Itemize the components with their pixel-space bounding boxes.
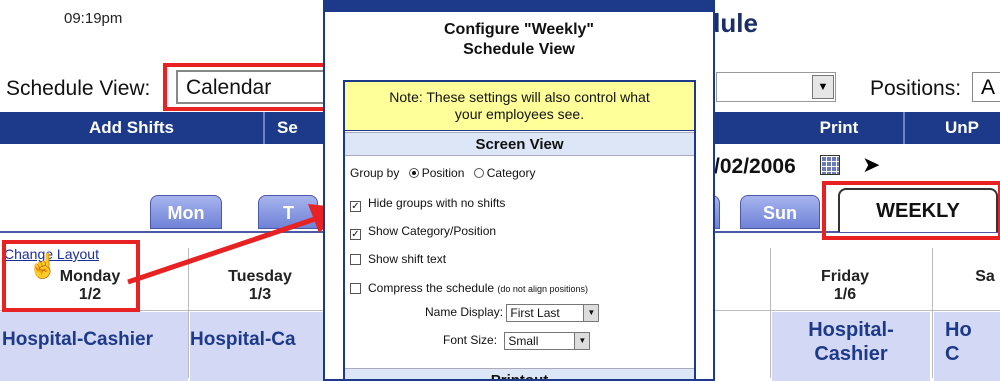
radio-label: Category bbox=[486, 166, 536, 180]
group-by-position-radio[interactable] bbox=[408, 168, 419, 178]
note-line: Note: These settings will also control w… bbox=[389, 89, 650, 105]
dialog-top-bar bbox=[325, 2, 713, 12]
show-category-checkbox[interactable]: ✓ bbox=[350, 229, 361, 240]
show-category-row: ✓ Show Category/Position bbox=[350, 224, 496, 240]
screen-view-header: Screen View bbox=[345, 132, 694, 156]
dialog-title-line: Configure "Weekly" bbox=[443, 21, 594, 38]
configure-weekly-dialog: Configure "Weekly" Schedule View Note: T… bbox=[323, 0, 715, 381]
checkbox-label: Hide groups with no shifts bbox=[368, 196, 506, 210]
printout-header: Printout bbox=[345, 368, 694, 379]
dialog-title: Configure "Weekly" Schedule View bbox=[325, 20, 713, 60]
settings-panel: Note: These settings will also control w… bbox=[343, 80, 696, 379]
font-size-label: Font Size: bbox=[443, 333, 498, 348]
arrow-shaft bbox=[127, 215, 319, 285]
name-display-row: Name Display: First Last ▼ bbox=[425, 304, 600, 322]
chevron-down-icon[interactable]: ▼ bbox=[583, 305, 599, 321]
show-shift-text-checkbox[interactable] bbox=[350, 254, 361, 265]
checkbox-label: Show Category/Position bbox=[368, 224, 497, 238]
chevron-down-icon[interactable]: ▼ bbox=[574, 333, 590, 349]
settings-note: Note: These settings will also control w… bbox=[345, 82, 694, 131]
font-size-row: Font Size: Small ▼ bbox=[443, 332, 591, 350]
group-by-category-radio[interactable] bbox=[473, 168, 484, 178]
hide-empty-groups-checkbox[interactable]: ✓ bbox=[350, 201, 361, 212]
compress-schedule-checkbox[interactable] bbox=[350, 283, 361, 294]
font-size-value: Small bbox=[508, 334, 539, 348]
checkbox-hint: (do not align positions) bbox=[497, 284, 588, 294]
name-display-label: Name Display: bbox=[425, 305, 504, 320]
compress-schedule-row: Compress the schedule (do not align posi… bbox=[350, 281, 588, 295]
show-shift-text-row: Show shift text bbox=[350, 252, 446, 266]
group-by-row: Group by Position Category bbox=[350, 166, 535, 180]
name-display-value: First Last bbox=[510, 306, 560, 320]
font-size-select[interactable]: Small ▼ bbox=[504, 332, 591, 350]
name-display-select[interactable]: First Last ▼ bbox=[506, 304, 600, 322]
checkbox-label: Compress the schedule bbox=[368, 281, 495, 295]
dialog-title-line: Schedule View bbox=[463, 41, 575, 58]
hide-empty-groups-row: ✓ Hide groups with no shifts bbox=[350, 196, 505, 212]
radio-label: Position bbox=[421, 166, 465, 180]
note-line: your employees see. bbox=[454, 106, 585, 122]
group-by-label: Group by bbox=[350, 166, 400, 180]
checkbox-label: Show shift text bbox=[368, 252, 447, 266]
